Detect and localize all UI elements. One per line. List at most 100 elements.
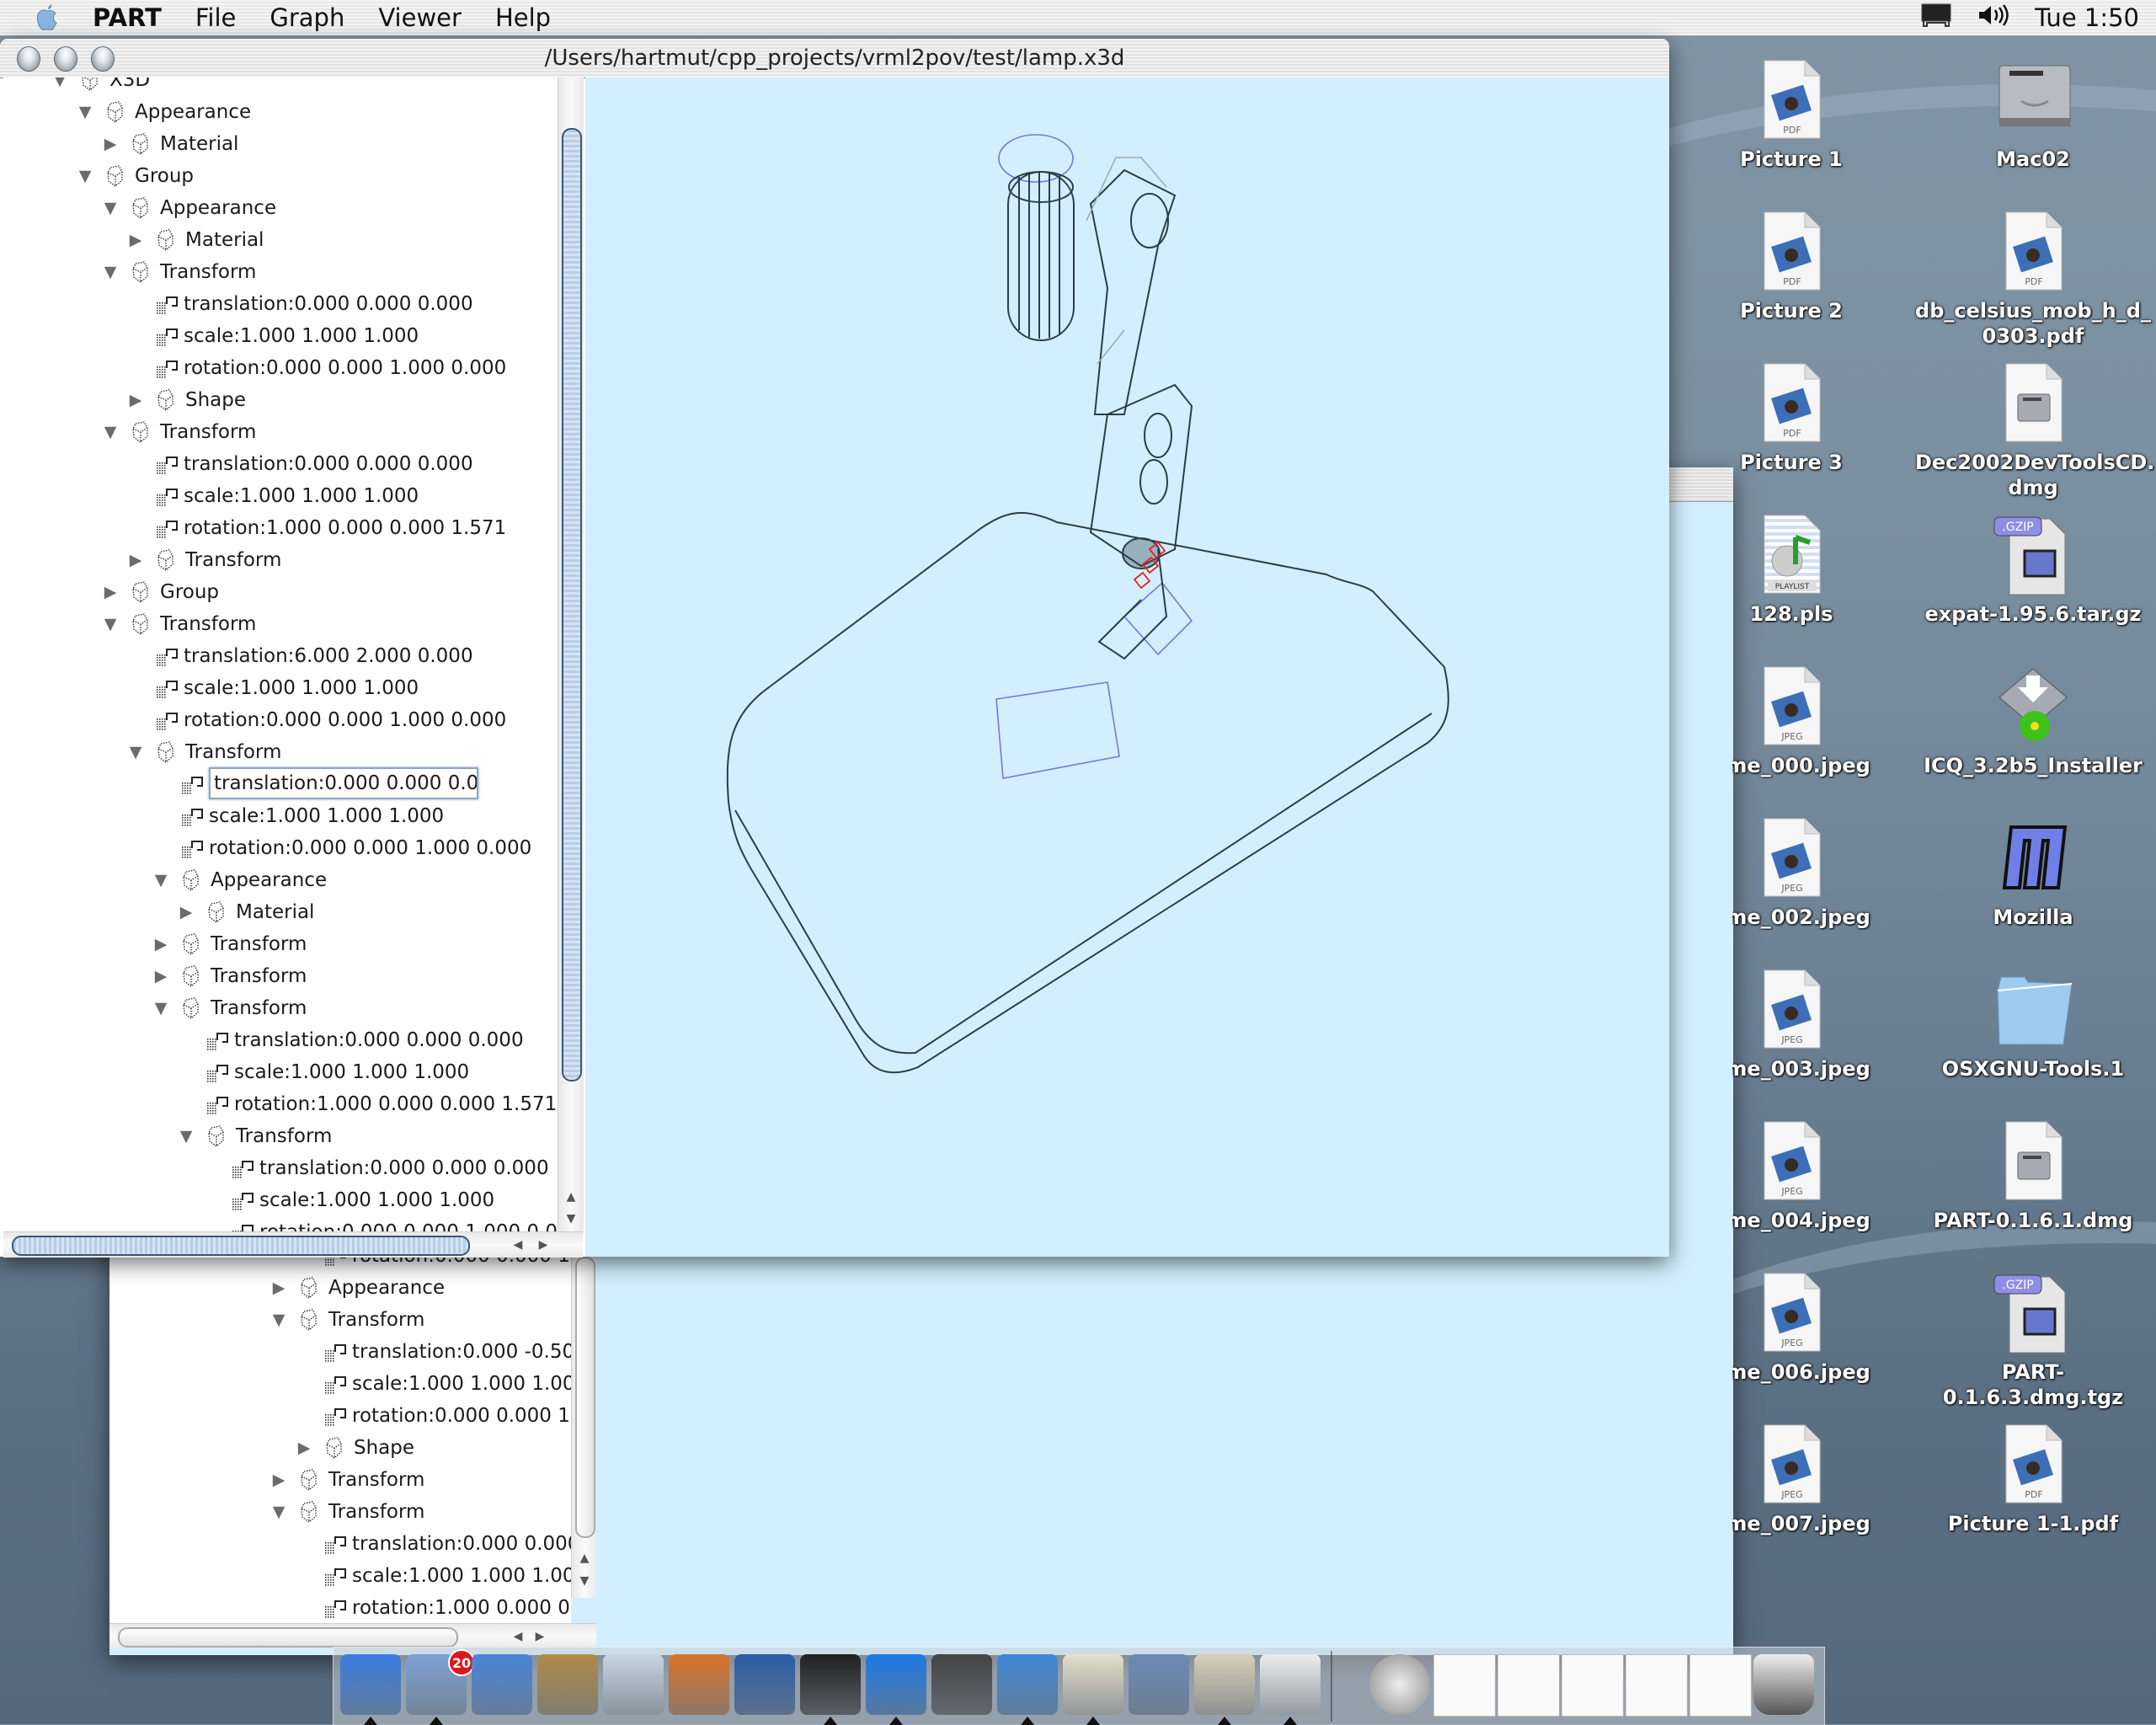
desktop-icon[interactable]: PDF db_celsius_mob_h_d_ 0303.pdf [1915,209,2151,349]
tree-field-row[interactable]: rotation:1.000 0.000 0.0 [109,1592,571,1623]
disclosure-collapsed-icon[interactable]: ▶ [295,1432,313,1464]
tree-field-row[interactable]: rotation:0.000 0.000 1.0 [109,1400,571,1432]
minimized-project-window[interactable] [1497,1654,1560,1717]
interface-builder-icon[interactable] [1194,1654,1255,1715]
disclosure-expanded-icon[interactable]: ▼ [101,192,120,224]
tree-field-row[interactable]: translation:6.000 2.000 0.000 [3,640,558,672]
tree-field-row[interactable]: translation:0.000 -0.500 [109,1336,571,1368]
mail-at-icon[interactable] [1369,1654,1430,1715]
desktop-icon[interactable]: PDF Picture 2 [1673,209,1909,323]
desktop-icon[interactable]: PDF Picture 1 [1673,57,1909,172]
disclosure-collapsed-icon[interactable]: ▶ [152,960,170,992]
tree-field-row[interactable]: scale:1.000 1.000 1.000 [3,1184,558,1216]
iphoto-icon[interactable] [669,1654,729,1715]
tree-node-row[interactable]: ▶ Shape [3,384,558,416]
disclosure-collapsed-icon[interactable]: ▶ [152,928,170,960]
disclosure-collapsed-icon[interactable]: ▶ [126,384,145,416]
disclosure-expanded-icon[interactable]: ▼ [101,608,120,640]
tree-node-row[interactable]: ▼ Transform [3,416,558,448]
disclosure-expanded-icon[interactable]: ▼ [126,736,145,768]
disclosure-expanded-icon[interactable]: ▼ [152,864,170,896]
scroll-right-arrow[interactable]: ▶ [534,1236,552,1254]
tree-node-row[interactable]: ▶ Appearance [109,1272,571,1304]
scroll-left-arrow[interactable]: ◀ [509,1236,527,1254]
tree-field-row[interactable]: rotation:0.000 0.000 1.000 0.000 [3,1216,558,1233]
disclosure-collapsed-icon[interactable]: ▶ [101,576,120,608]
tree-field-row[interactable]: scale:1.000 1.000 1.000 [3,1056,558,1088]
volume-icon[interactable] [1977,3,2009,34]
tree-field-row[interactable]: rotation:1.000 0.000 0.000 1.571 [3,512,558,544]
tree-field-row[interactable]: translation:0.000 0.000 0.000 [3,1152,558,1184]
desktop-icon[interactable]: PART-0.1.6.1.dmg [1915,1119,2151,1233]
scroll-down-arrow[interactable]: ▼ [575,1572,594,1590]
tree-node-row[interactable]: ▼ Transform [3,992,558,1024]
back-tree-horizontal-scrollbar[interactable]: ◀ ▶ [109,1623,596,1649]
tree-field-row[interactable]: scale:1.000 1.000 1.000 [3,480,558,512]
tree-field-row[interactable]: translation:0.000 0.000 0.000 [3,767,558,800]
back-tree-view[interactable]: rotation:0.000 0.000 1.000 ▶ Appearance ▼ Tr… [109,1257,571,1623]
tree-node-row[interactable]: ▼ Transform [3,608,558,640]
desktop-icon[interactable]: OSXGNU-Tools.1 [1915,967,2151,1081]
desktop-icon[interactable]: PDF Picture 1-1.pdf [1915,1422,2151,1536]
itunes-icon[interactable] [603,1654,664,1715]
menu-viewer[interactable]: Viewer [378,3,462,32]
scroll-left-arrow[interactable]: ◀ [509,1627,527,1646]
display-icon[interactable] [1920,3,1952,34]
desktop-icon[interactable]: ICQ_3.2b5_Installer [1915,664,2151,778]
scroll-up-arrow[interactable]: ▲ [562,1188,580,1206]
disclosure-expanded-icon[interactable]: ▼ [76,96,94,128]
address-book-icon[interactable] [537,1654,598,1715]
textedit-icon[interactable] [1260,1654,1321,1715]
disclosure-expanded-icon[interactable]: ▼ [76,160,94,192]
disclosure-expanded-icon[interactable]: ▼ [270,1304,288,1336]
disclosure-expanded-icon[interactable]: ▼ [51,77,69,96]
tree-field-row[interactable]: translation:0.000 0.000 [109,1528,571,1560]
back-tree-vscroll-thumb[interactable] [575,1257,595,1538]
finder-icon[interactable] [340,1654,401,1715]
tree-field-row[interactable]: translation:0.000 0.000 0.000 [3,1024,558,1056]
trash-icon[interactable] [1753,1654,1814,1715]
tree-node-row[interactable]: ▶ Material [3,128,558,160]
back-tree-hscroll-thumb[interactable] [118,1627,458,1648]
tree-node-row[interactable]: ▶ Transform [3,960,558,992]
tree-node-row[interactable]: ▶ Shape [109,1432,571,1464]
disclosure-collapsed-icon[interactable]: ▶ [270,1464,288,1496]
desktop-icon[interactable]: PDF Picture 3 [1673,360,1909,475]
minimized-terminal-window[interactable] [1689,1654,1752,1717]
disclosure-expanded-icon[interactable]: ▼ [177,1120,195,1152]
terminal-icon[interactable] [800,1654,861,1715]
scroll-up-arrow[interactable]: ▲ [575,1549,594,1567]
back-window-viewport[interactable] [596,1257,1733,1655]
disclosure-collapsed-icon[interactable]: ▶ [126,544,145,576]
desktop-icon[interactable]: Mac02 [1915,57,2151,172]
tree-vertical-scrollbar[interactable]: ▲ ▼ [558,77,584,1235]
tree-node-row[interactable]: ▼ Transform [3,736,558,768]
tree-node-row[interactable]: ▶ Transform [3,928,558,960]
menu-graph[interactable]: Graph [270,3,344,32]
disclosure-expanded-icon[interactable]: ▼ [101,416,120,448]
disclosure-collapsed-icon[interactable]: ▶ [177,896,195,928]
tree-node-row[interactable]: ▶ Material [3,224,558,256]
tree-field-row[interactable]: rotation:0.000 0.000 1.000 0.000 [3,352,558,384]
3d-viewport[interactable] [585,77,1669,1257]
tree-node-row[interactable]: ▶ Transform [3,544,558,576]
minimized-finder-window[interactable] [1625,1654,1688,1717]
field-edit-input[interactable]: translation:0.000 0.000 0.000 [209,767,478,799]
desktop-icon[interactable]: Dec2002DevToolsCD. dmg [1915,360,2154,500]
disclosure-collapsed-icon[interactable]: ▶ [270,1272,288,1304]
tree-node-row[interactable]: ▶ Material [3,896,558,928]
final-cut-icon[interactable] [931,1654,992,1715]
main-window-titlebar[interactable]: /Users/hartmut/cpp_projects/vrml2pov/tes… [0,39,1669,78]
tree-node-row[interactable]: ▼ Transform [109,1496,571,1528]
tree-vscroll-thumb[interactable] [562,128,582,1081]
tree-field-row[interactable]: scale:1.000 1.000 1.000 [3,800,558,832]
tree-node-row[interactable]: ▼ Group [3,160,558,192]
preview-icon[interactable] [1129,1654,1189,1715]
tree-node-row[interactable]: ▶ Group [3,576,558,608]
tree-field-row[interactable]: rotation:0.000 0.000 1.000 [109,1257,571,1272]
minimized-mail-window[interactable] [1561,1654,1624,1717]
tree-node-row[interactable]: ▶ Transform [109,1464,571,1496]
scroll-down-arrow[interactable]: ▼ [562,1210,580,1228]
menu-help[interactable]: Help [495,3,551,32]
tree-field-row[interactable]: scale:1.000 1.000 1.000 [3,672,558,704]
